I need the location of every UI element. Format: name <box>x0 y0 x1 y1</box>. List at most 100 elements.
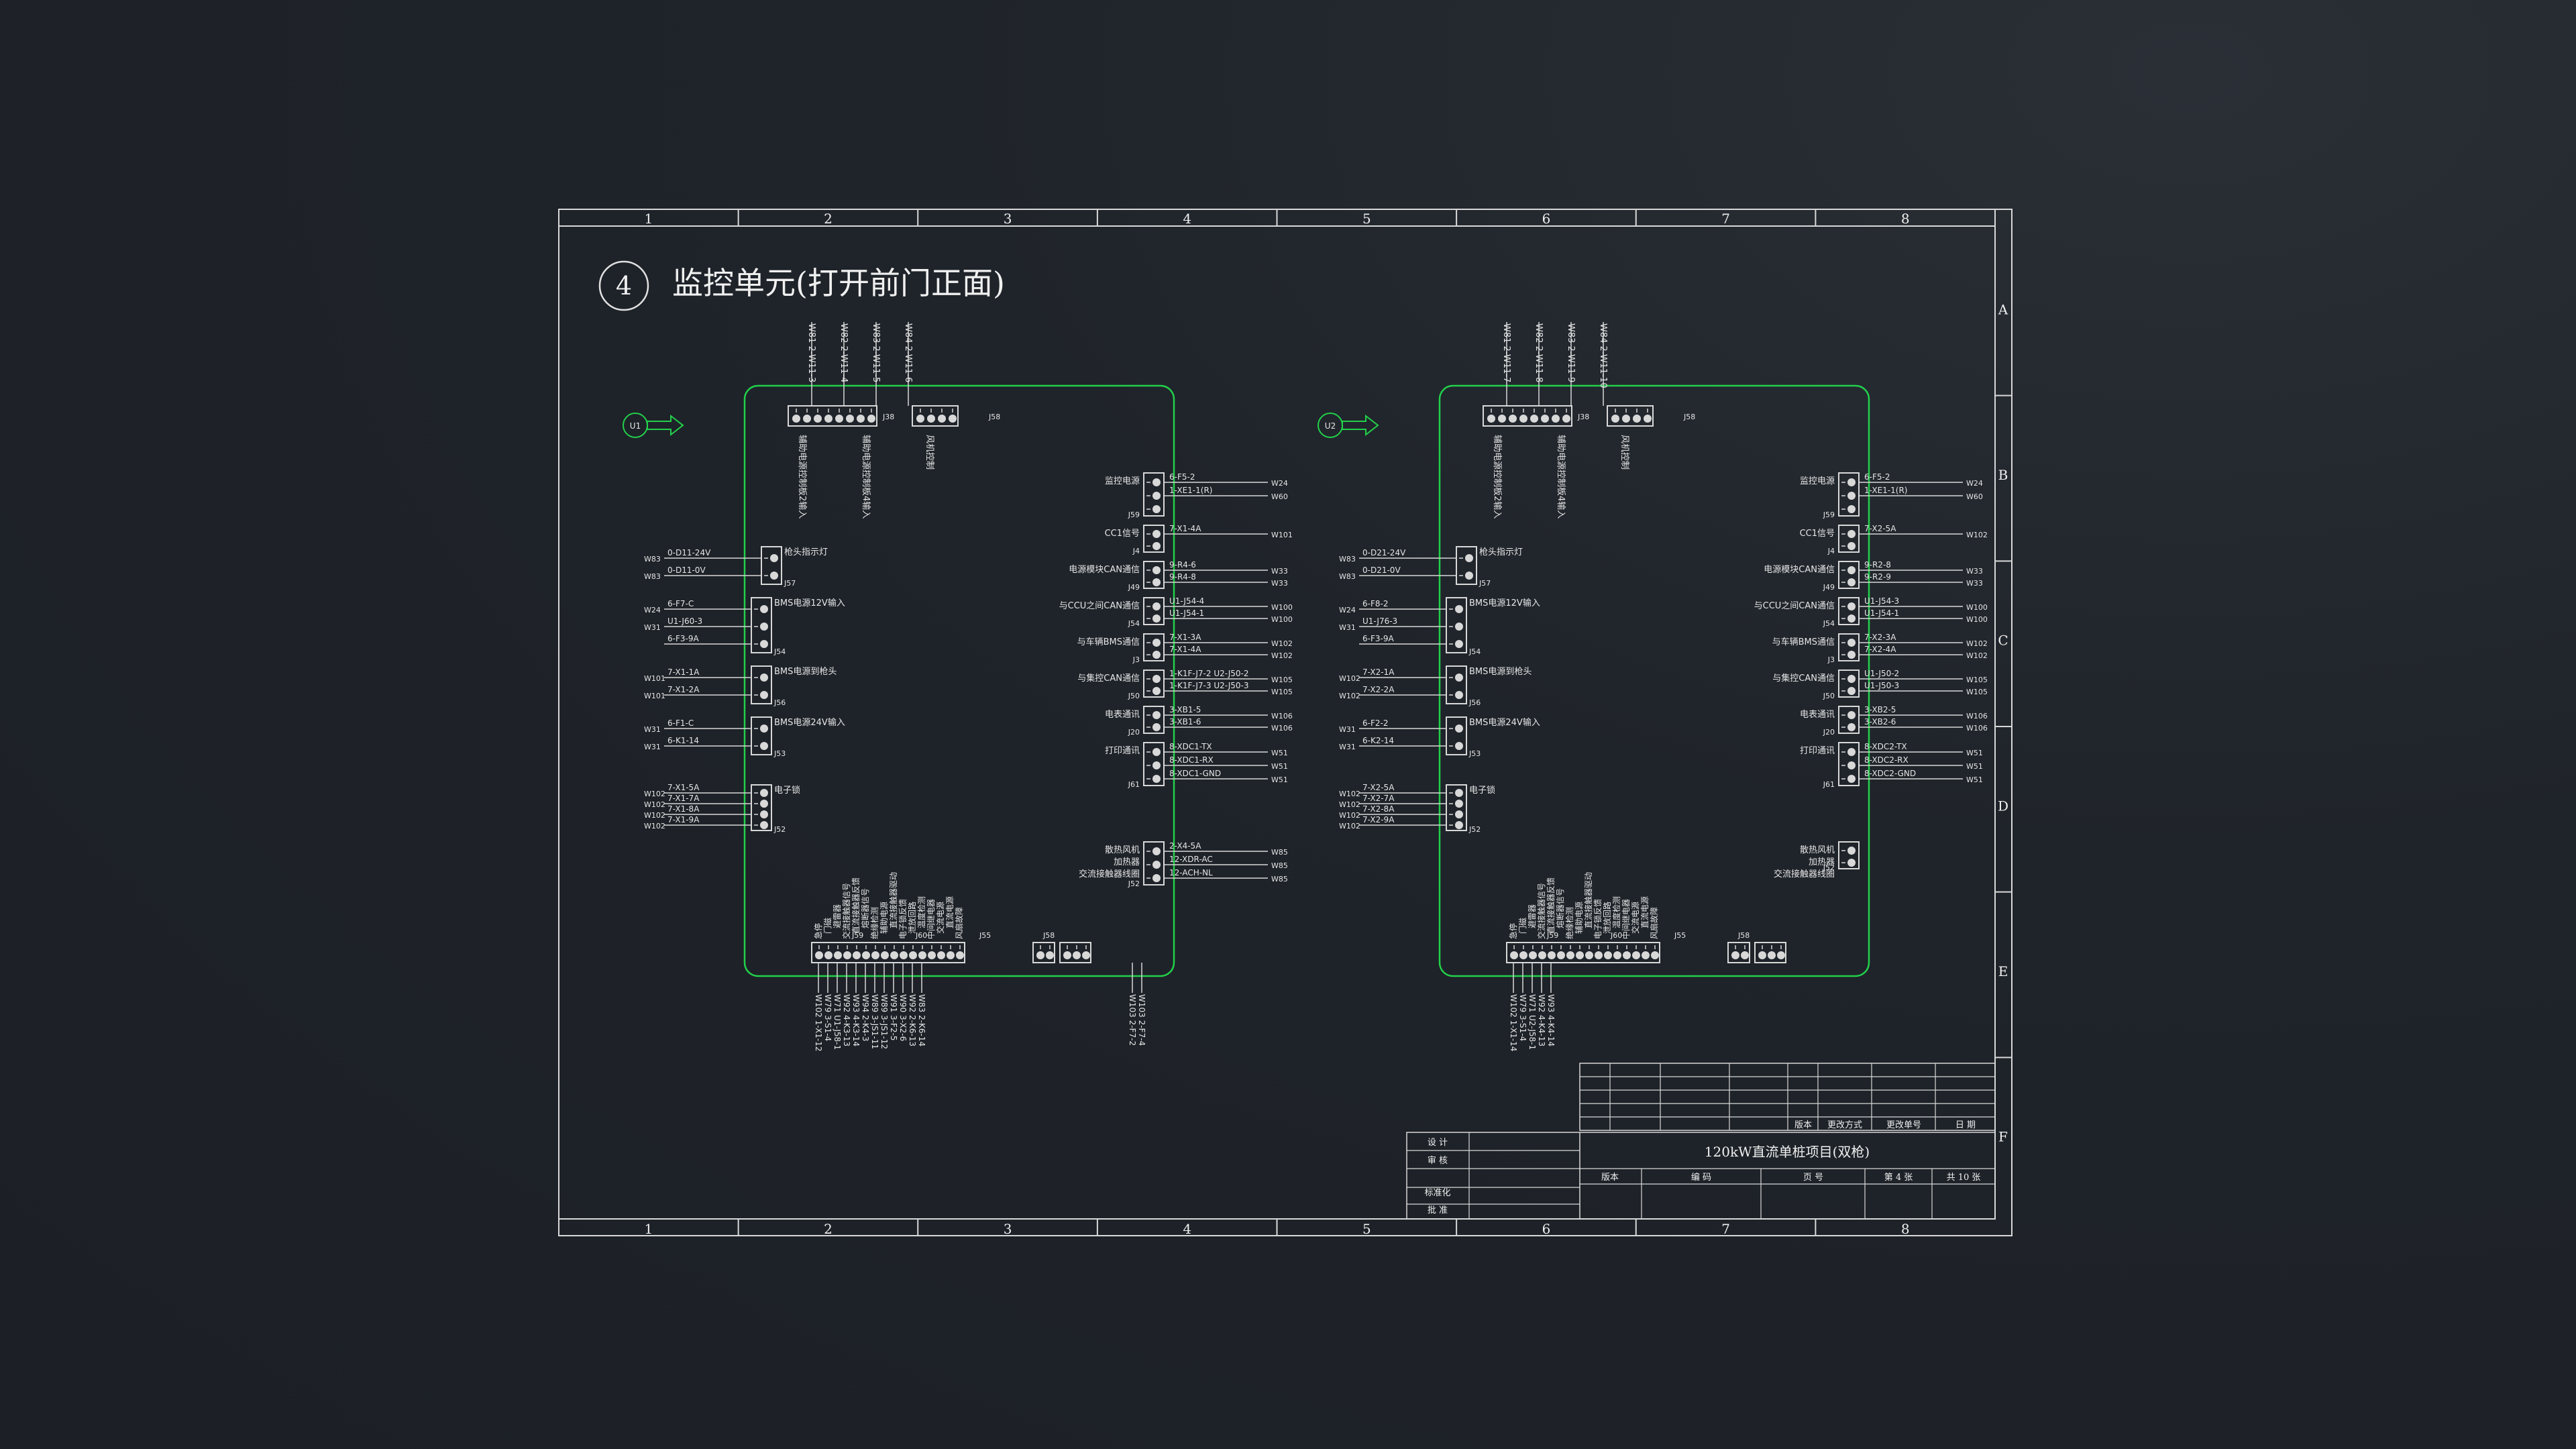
connector-pin <box>1847 492 1856 500</box>
wire-number: W102 <box>1339 811 1360 820</box>
wire-number: W100 <box>1966 603 1988 612</box>
project-title: 120kW直流单桩项目(双枪) <box>1705 1144 1870 1160</box>
board-marker: U1 <box>630 421 641 431</box>
connector-pin <box>1152 723 1161 731</box>
connector-id: J50 <box>1128 692 1140 700</box>
connector-name: 打印通讯 <box>1800 746 1835 756</box>
role-label: 审 核 <box>1428 1156 1448 1166</box>
wire-label: 0-D21-0V <box>1362 566 1401 575</box>
wire-number: W85 <box>1271 848 1288 857</box>
connector-name: 枪头指示灯 <box>1479 547 1523 557</box>
wire-number: W51 <box>1966 762 1983 771</box>
wire-number: W102 <box>1966 639 1988 648</box>
connector-pin <box>760 810 768 818</box>
connector-name: 与集控CAN通信 <box>1077 673 1140 684</box>
connector-pin <box>1847 505 1856 513</box>
connector-pin <box>760 640 768 648</box>
connector-pin <box>1082 951 1090 959</box>
wire-number: W24 <box>1966 479 1983 488</box>
wire-label: 8-XDC2-RX <box>1864 755 1909 765</box>
connector-id: J49 <box>1128 583 1140 592</box>
wire-label: 12-XDR-AC <box>1169 855 1213 864</box>
wire-label: 6-F5-2 <box>1169 472 1195 482</box>
wire-label: 9-R2-9 <box>1864 572 1891 582</box>
wire-number: W31 <box>1339 623 1356 632</box>
wire-number: W105 <box>1271 676 1293 684</box>
wire-number: W105 <box>1966 688 1988 696</box>
connector-pin <box>1847 639 1856 647</box>
bottom-wire-label: W71 U1-J58-1 <box>833 994 842 1050</box>
wire-label: 8-XDC1-GND <box>1169 769 1221 778</box>
bottom-connector-label: 直流电源 <box>1640 896 1650 928</box>
connector-pin <box>1036 951 1044 959</box>
connector-name: 监控电源 <box>1800 476 1835 486</box>
column-label: 3 <box>1004 1221 1012 1237</box>
bottom-connector-label: 交流电源 <box>1630 902 1640 934</box>
connector-pin <box>1741 951 1749 959</box>
connector-name: 电子锁 <box>1469 785 1495 796</box>
column-label: 1 <box>644 211 653 227</box>
wire-number: W106 <box>1966 724 1988 733</box>
connector-pin <box>1847 478 1856 486</box>
wire-label: 1-XE1-1(R) <box>1169 486 1212 495</box>
wire-number: W51 <box>1271 749 1288 757</box>
bottom-wire-label: W92 4-K4-13 <box>1537 994 1546 1046</box>
bottom-connector-label: 直流接触器反馈 <box>1546 877 1556 934</box>
connector-pin <box>1644 415 1652 423</box>
connector-pin <box>900 951 908 959</box>
top-connector-label: 辅助电源控制板4输入 <box>1556 435 1566 519</box>
wire-label: U1-J54-3 <box>1864 596 1899 606</box>
connector-pin <box>1538 951 1546 959</box>
bottom-wire-label: W93 4-K3-14 <box>851 994 861 1046</box>
connector-pin <box>770 554 778 562</box>
connector-pin <box>760 623 768 631</box>
connector-pin <box>1552 415 1560 423</box>
connector-pin <box>1566 951 1574 959</box>
connector-id: J3 <box>1827 655 1835 664</box>
column-label: 4 <box>1183 211 1191 227</box>
connector-name: 与车辆BMS通信 <box>1772 637 1835 647</box>
connector-pin <box>1585 951 1593 959</box>
connector-id: J52 <box>773 825 786 834</box>
wire-number: W33 <box>1271 567 1288 576</box>
connector-pin <box>1152 492 1161 500</box>
role-label: 设 计 <box>1428 1138 1448 1148</box>
connector-pin <box>1632 951 1640 959</box>
connector-id: J58 <box>1683 413 1695 421</box>
connector-pin <box>1152 711 1161 719</box>
connector-id: J52 <box>1823 863 1835 872</box>
connector-pin <box>1152 761 1161 769</box>
wire-label: 6-F5-2 <box>1864 472 1890 482</box>
wire-label: U1-J50-2 <box>1864 669 1899 678</box>
connector-name: BMS电源到枪头 <box>1469 666 1532 677</box>
title-block: 版本 更改方式 更改单号 日 期设 计审 核标准化批 准 120kW直流单桩项目(双枪)… <box>1406 1063 1996 1220</box>
wire-label: 7-X1-5A <box>667 783 700 792</box>
wire-number: W100 <box>1966 615 1988 624</box>
role-label: 批 准 <box>1428 1205 1448 1216</box>
row-label: A <box>1998 301 2008 317</box>
column-label: 7 <box>1721 211 1730 227</box>
connector-pin <box>1152 651 1161 659</box>
connector-pin <box>1455 724 1463 733</box>
wire-label: 8-XDC2-TX <box>1864 742 1907 751</box>
wire-number: W60 <box>1271 492 1288 501</box>
title-block-field: 编 码 <box>1691 1173 1711 1183</box>
role-label: 标准化 <box>1424 1188 1450 1198</box>
bottom-connector-label: 风扇故障 <box>954 907 964 939</box>
drawing-title-group: 4 监控单元(打开前门正面) <box>598 260 1005 311</box>
connector-pin <box>1152 614 1161 623</box>
wire-number: W83 <box>1339 555 1356 564</box>
connector-id: J57 <box>1479 579 1491 588</box>
wire-number: W24 <box>644 606 661 614</box>
wire-label: 7-X2-3A <box>1864 633 1896 642</box>
connector-pin <box>843 951 851 959</box>
wire-label: 3-XB1-6 <box>1169 717 1201 727</box>
connector-id: J20 <box>1128 728 1140 737</box>
wire-number: W102 <box>644 790 665 798</box>
connector-pin <box>853 951 861 959</box>
wire-label: 7-X2-5A <box>1362 783 1395 792</box>
column-label: 8 <box>1901 1221 1910 1237</box>
bottom-connector-label: 温度检测 <box>1611 896 1621 928</box>
connector-pin <box>760 724 768 733</box>
arrow-icon <box>647 414 684 437</box>
